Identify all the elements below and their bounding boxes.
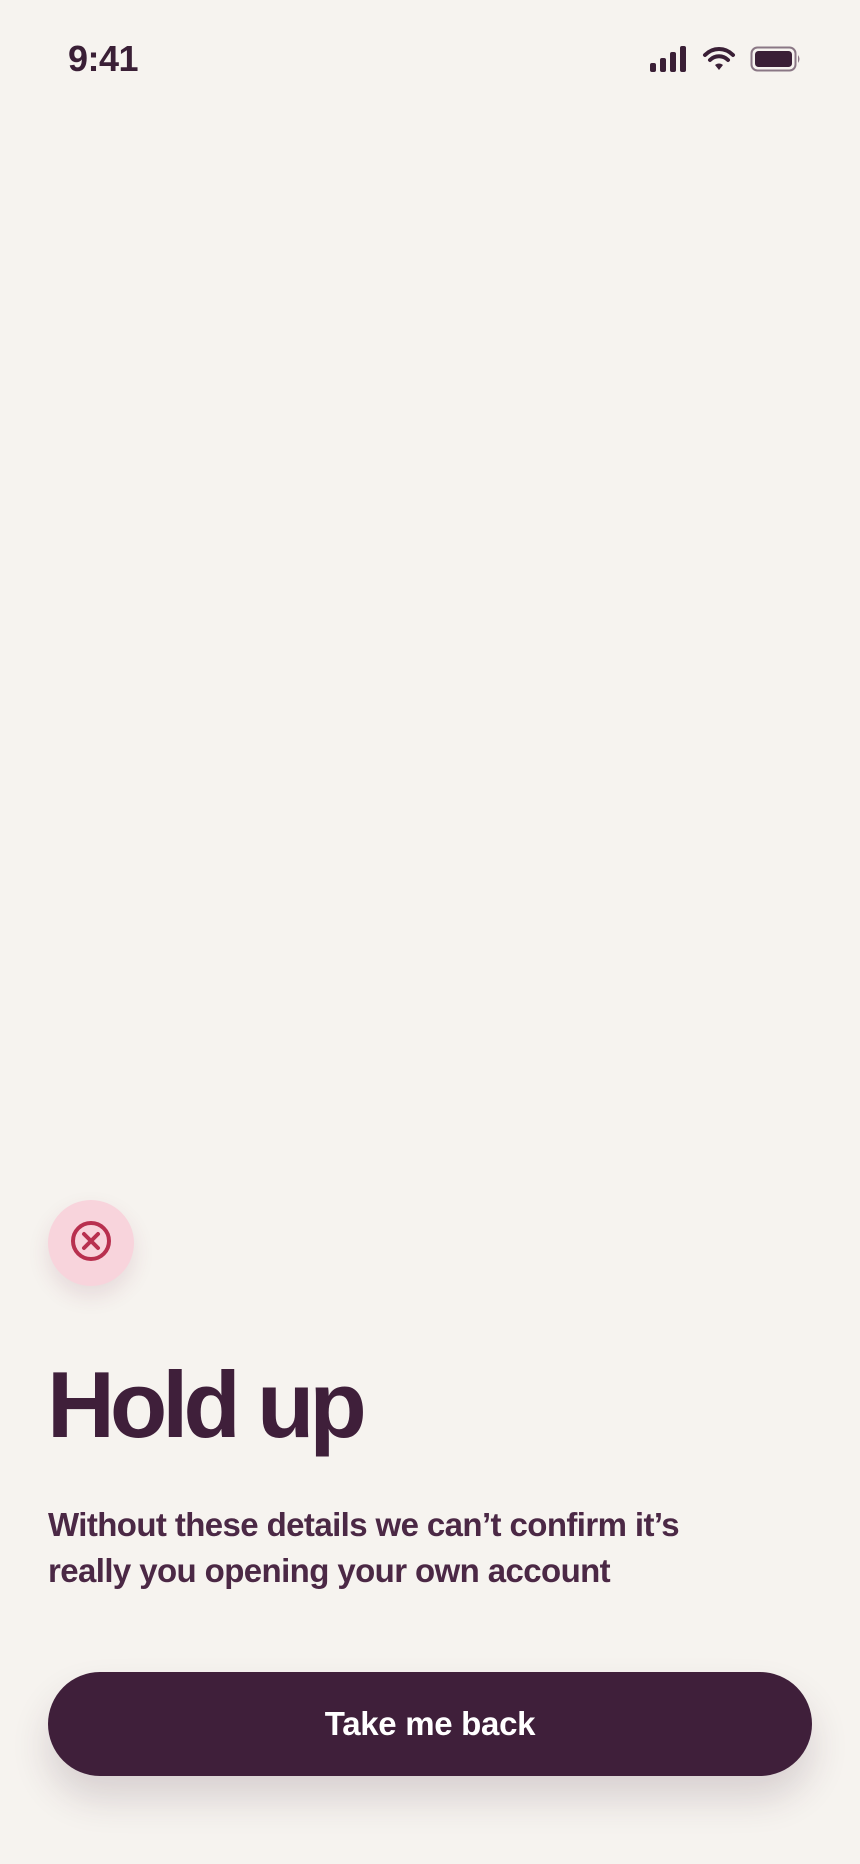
page-title: Hold up [47, 1352, 367, 1457]
status-icons [650, 44, 802, 74]
status-time: 9:41 [68, 38, 139, 79]
close-circle-icon [69, 1219, 113, 1268]
warning-message: Without these details we can’t confirm i… [48, 1506, 680, 1589]
cellular-signal-icon [650, 46, 688, 72]
status-bar: 9:41 [0, 0, 860, 120]
take-me-back-button[interactable]: Take me back [48, 1672, 812, 1776]
battery-icon [750, 46, 802, 72]
wifi-icon [702, 46, 736, 72]
error-badge [48, 1200, 134, 1286]
